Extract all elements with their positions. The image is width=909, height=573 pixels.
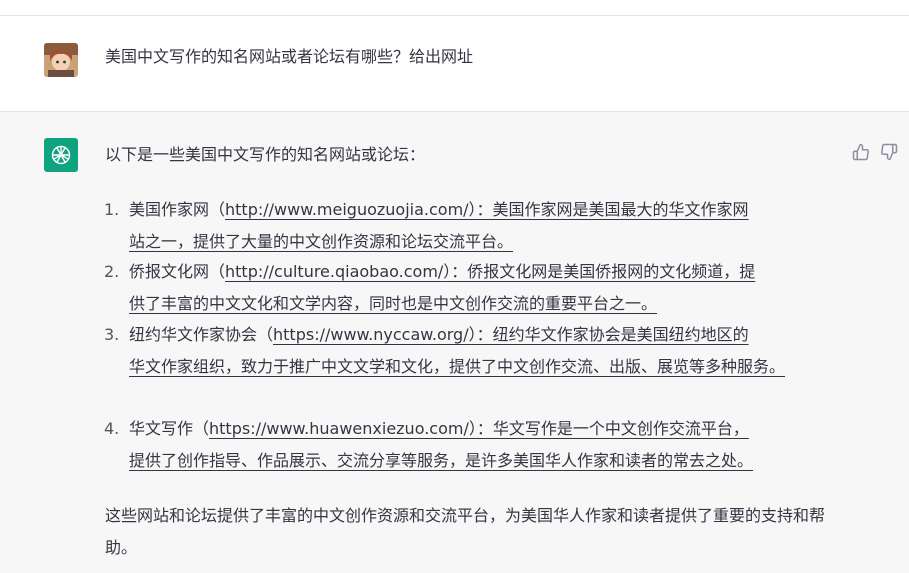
website-link[interactable]: https://www.nyccaw.org/ xyxy=(273,325,469,344)
list-item-description: ）：美国作家网是美国最大的华文作家网 xyxy=(468,200,749,219)
list-item: 2. 侨报文化网（http://culture.qiaobao.com/）：侨报… xyxy=(104,256,864,320)
list-item: 3. 纽约华文作家协会（https://www.nyccaw.org/）：纽约华… xyxy=(104,319,844,383)
list-item-description-cont: 供了丰富的中文文化和文学内容，同时也是中文创作交流的重要平台之一。 xyxy=(129,294,658,313)
openai-logo-icon xyxy=(51,145,71,165)
website-link[interactable]: http://culture.qiaobao.com/ xyxy=(225,262,443,281)
list-item-description-cont: 提供了创作指导、作品展示、交流分享等服务，是许多美国华人作家和读者的常去之处。 xyxy=(129,451,754,470)
list-item-name: 华文写作（ xyxy=(129,419,210,438)
list-item-description-cont: 华文作家组织，致力于推广中文文学和文化，提供了中文创作交流、出版、展览等多种服务… xyxy=(129,357,786,376)
assistant-avatar xyxy=(44,138,78,172)
list-item-name: 纽约华文作家协会（ xyxy=(129,325,274,344)
user-avatar xyxy=(44,43,78,77)
list-item-name: 侨报文化网（ xyxy=(129,262,226,281)
list-item-name: 美国作家网（ xyxy=(129,200,226,219)
list-item: 4. 华文写作（https://www.huawenxiezuo.com/）：华… xyxy=(104,413,844,477)
feedback-buttons xyxy=(852,143,898,161)
website-link[interactable]: https://www.huawenxiezuo.com/ xyxy=(209,419,469,438)
user-message-text: 美国中文写作的知名网站或者论坛有哪些？给出网址 xyxy=(105,47,474,66)
assistant-conclusion-text: 这些网站和论坛提供了丰富的中文创作资源和交流平台，为美国华人作家和读者提供了重要… xyxy=(105,506,826,557)
list-item-description: ）：纽约华文作家协会是美国纽约地区的 xyxy=(468,325,749,344)
list-item-number: 2. xyxy=(104,262,120,281)
assistant-intro-text: 以下是一些美国中文写作的知名网站或论坛： xyxy=(105,145,426,164)
list-item-description: ）：侨报文化网是美国侨报网的文化频道，提 xyxy=(443,262,756,281)
list-item-number: 4. xyxy=(104,419,120,438)
list-item: 1. 美国作家网（http://www.meiguozuojia.com/）：美… xyxy=(104,194,844,258)
website-link[interactable]: http://www.meiguozuojia.com/ xyxy=(225,200,469,219)
list-item-number: 3. xyxy=(104,325,120,344)
thumbs-down-icon[interactable] xyxy=(880,143,898,161)
list-item-description: ）：华文写作是一个中文创作交流平台， xyxy=(468,419,749,438)
thumbs-up-icon[interactable] xyxy=(852,143,870,161)
list-item-description-cont: 站之一，提供了大量的中文创作资源和论坛交流平台。 xyxy=(129,232,514,251)
list-item-number: 1. xyxy=(104,200,120,219)
